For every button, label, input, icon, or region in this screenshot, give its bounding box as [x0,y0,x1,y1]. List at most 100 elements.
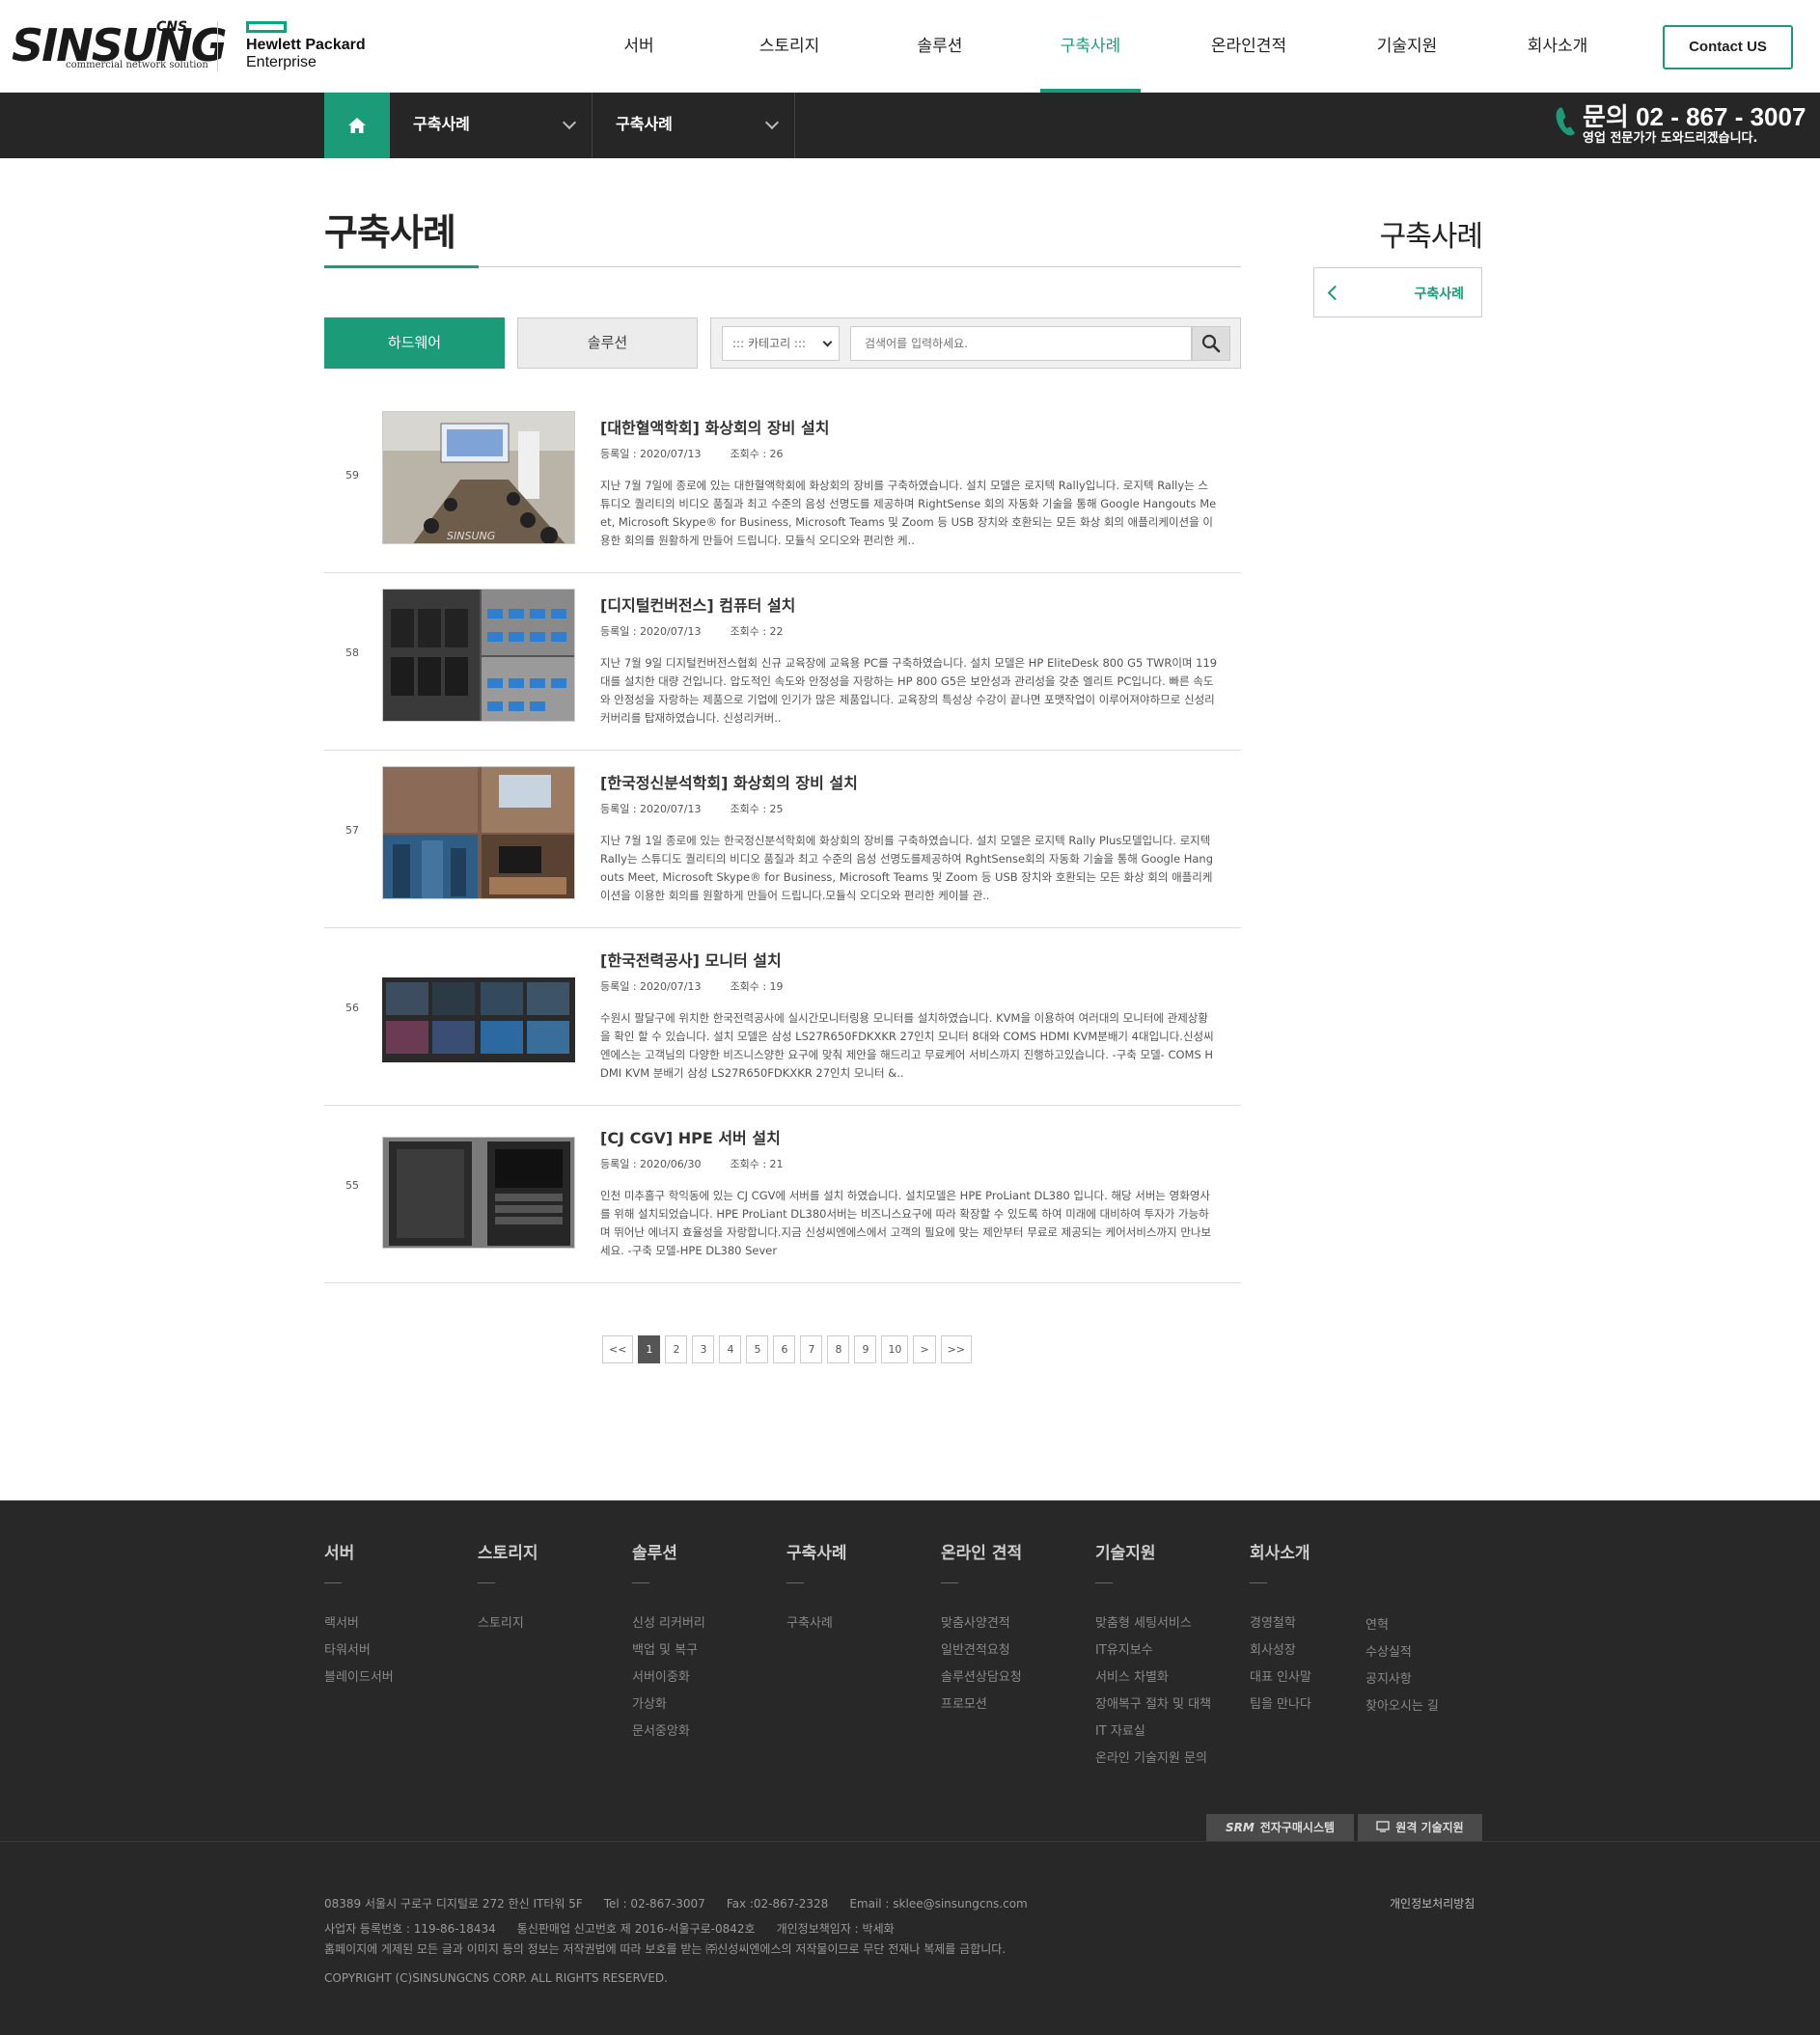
remote-support-button[interactable]: 원격 기술지원 [1358,1814,1482,1841]
tab-hardware[interactable]: 하드웨어 [324,317,505,369]
page-9[interactable]: 9 [854,1335,877,1363]
search-input[interactable] [850,326,1192,361]
nav-online-quote[interactable]: 온라인견적 [1191,0,1307,93]
footer-link[interactable]: 프로모션 [941,1691,1022,1719]
post-thumbnail[interactable] [382,944,575,1077]
footer-link[interactable]: 블레이드서버 [324,1664,394,1691]
post-thumbnail[interactable] [382,1137,575,1249]
page-1[interactable]: 1 [638,1335,661,1363]
server-rack-image [383,1138,574,1248]
contact-us-button[interactable]: Contact US [1663,25,1793,69]
nav-company[interactable]: 회사소개 [1507,0,1608,93]
footer-link[interactable]: 일반견적요청 [941,1637,1022,1664]
footer-link[interactable]: 팀을 만나다 [1250,1691,1311,1719]
footer-divider [632,1582,649,1583]
list-item[interactable]: 55 [CJ CGV] HPE 서버 설치 등록일 : 2020/06/30 조회… [324,1106,1241,1283]
footer-link[interactable]: 회사성장 [1250,1637,1311,1664]
page-7[interactable]: 7 [800,1335,823,1363]
footer-heading[interactable]: 온라인 견적 [941,1539,1022,1563]
footer-link[interactable]: IT 자료실 [1095,1719,1211,1746]
footer-info-line1: 08389 서울시 구로구 디지털로 272 한신 IT타워 5F Tel : 0… [324,1895,1049,1911]
post-date: 등록일 : 2020/07/13 [600,803,702,815]
footer-heading[interactable]: 스토리지 [478,1539,538,1563]
footer-link[interactable]: 맞춤사양견적 [941,1610,1022,1637]
footer-heading[interactable]: 솔루션 [632,1539,705,1563]
post-description: 지난 7월 1일 종로에 있는 한국정신분석학회에 화상회의 장비를 구축하였습… [600,834,1214,902]
phone-subtext: 영업 전문가가 도와드리겠습니다. [1583,131,1758,146]
footer-link[interactable]: 백업 및 복구 [632,1637,705,1664]
page-next[interactable]: > [913,1335,936,1363]
home-button[interactable] [324,93,390,158]
footer-link[interactable]: 랙서버 [324,1610,394,1637]
home-icon [348,118,366,133]
chevron-left-icon [1327,285,1343,301]
nav-server[interactable]: 서버 [589,0,689,93]
footer-link[interactable]: IT유지보수 [1095,1637,1211,1664]
footer-link[interactable]: 찾아오시는 길 [1365,1693,1439,1720]
footer-address: 08389 서울시 구로구 디지털로 272 한신 IT타워 5F [324,1897,583,1911]
post-number: 57 [345,824,359,837]
post-title[interactable]: [CJ CGV] HPE 서버 설치 [600,1125,781,1148]
post-thumbnail[interactable]: SINSUNG [382,411,575,544]
post-meta: 등록일 : 2020/07/13 조회수 : 25 [600,801,813,816]
sinsung-logo[interactable]: SINSUNG CNS commercial network solution [12,19,227,73]
page-5[interactable]: 5 [746,1335,769,1363]
footer-heading[interactable]: 서버 [324,1539,394,1563]
post-thumbnail[interactable] [382,589,575,722]
category-select-value: ::: 카테고리 ::: [732,337,807,350]
footer-heading[interactable]: 기술지원 [1095,1539,1211,1563]
footer-link[interactable]: 맞춤형 세팅서비스 [1095,1610,1211,1637]
footer-link[interactable]: 타워서버 [324,1637,394,1664]
site-header: SINSUNG CNS commercial network solution … [0,0,1820,93]
list-item[interactable]: 59 SINSUNG [대한혈액학회] 화상회의 장비 설치 등록일 : 202… [324,396,1241,573]
footer-link[interactable]: 장애복구 절차 및 대책 [1095,1691,1211,1719]
post-title[interactable]: [한국전력공사] 모니터 설치 [600,948,782,971]
footer-link[interactable]: 솔루션상담요청 [941,1664,1022,1691]
breadcrumb-dropdown-1[interactable]: 구축사례 [390,93,593,158]
footer-link[interactable]: 서버이중화 [632,1664,705,1691]
chevron-down-icon [764,115,780,130]
list-item[interactable]: 56 [한국전력공사] 모니터 설치 등록일 : 2020/07/13 조회수 :… [324,928,1241,1106]
side-menu-item[interactable]: 구축사례 [1313,267,1482,317]
footer-link[interactable]: 가상화 [632,1691,705,1719]
footer-heading[interactable]: 회사소개 [1250,1539,1311,1563]
footer-link[interactable]: 온라인 기술지원 문의 [1095,1746,1211,1773]
footer-link[interactable]: 연혁 [1365,1612,1439,1639]
category-select[interactable]: ::: 카테고리 ::: [722,326,840,361]
list-item[interactable]: 58 [디지털컨버전스] 컴퓨터 설치 등록일 : 2020/07/13 조회수 … [324,573,1241,751]
footer-link[interactable]: 경영철학 [1250,1610,1311,1637]
footer-heading[interactable]: 구축사례 [786,1539,847,1563]
post-title[interactable]: [대한혈액학회] 화상회의 장비 설치 [600,415,829,438]
page-3[interactable]: 3 [692,1335,715,1363]
breadcrumb-dropdown-2[interactable]: 구축사례 [593,93,795,158]
footer-link[interactable]: 대표 인사말 [1250,1664,1311,1691]
page-first[interactable]: << [602,1335,634,1363]
post-thumbnail[interactable] [382,766,575,899]
nav-solution[interactable]: 솔루션 [890,0,990,93]
page-4[interactable]: 4 [719,1335,742,1363]
post-title[interactable]: [한국정신분석학회] 화상회의 장비 설치 [600,770,858,793]
footer-link[interactable]: 서비스 차별화 [1095,1664,1211,1691]
nav-storage[interactable]: 스토리지 [739,0,840,93]
footer-divider [786,1582,804,1583]
page-8[interactable]: 8 [827,1335,850,1363]
footer-link[interactable]: 구축사례 [786,1610,847,1637]
nav-cases[interactable]: 구축사례 [1040,0,1141,93]
footer-link[interactable]: 스토리지 [478,1610,538,1637]
footer-link[interactable]: 신성 리커버리 [632,1610,705,1637]
nav-tech-support[interactable]: 기술지원 [1357,0,1457,93]
privacy-policy-link[interactable]: 개인정보처리방침 [1390,1895,1475,1911]
page-last[interactable]: >> [940,1335,973,1363]
post-number: 59 [345,469,359,481]
tab-solution[interactable]: 솔루션 [517,317,698,369]
post-title[interactable]: [디지털컨버전스] 컴퓨터 설치 [600,592,795,616]
footer-link[interactable]: 수상실적 [1365,1639,1439,1666]
footer-link[interactable]: 공지사항 [1365,1666,1439,1693]
list-item[interactable]: 57 [한국정신분석학회] 화상회의 장비 설치 등록일 : 2020/07/1… [324,751,1241,928]
page-6[interactable]: 6 [773,1335,796,1363]
search-button[interactable] [1192,326,1230,361]
page-10[interactable]: 10 [881,1335,909,1363]
footer-link[interactable]: 문서중앙화 [632,1719,705,1746]
srm-purchase-button[interactable]: SRM 전자구매시스템 [1206,1814,1354,1841]
page-2[interactable]: 2 [665,1335,688,1363]
